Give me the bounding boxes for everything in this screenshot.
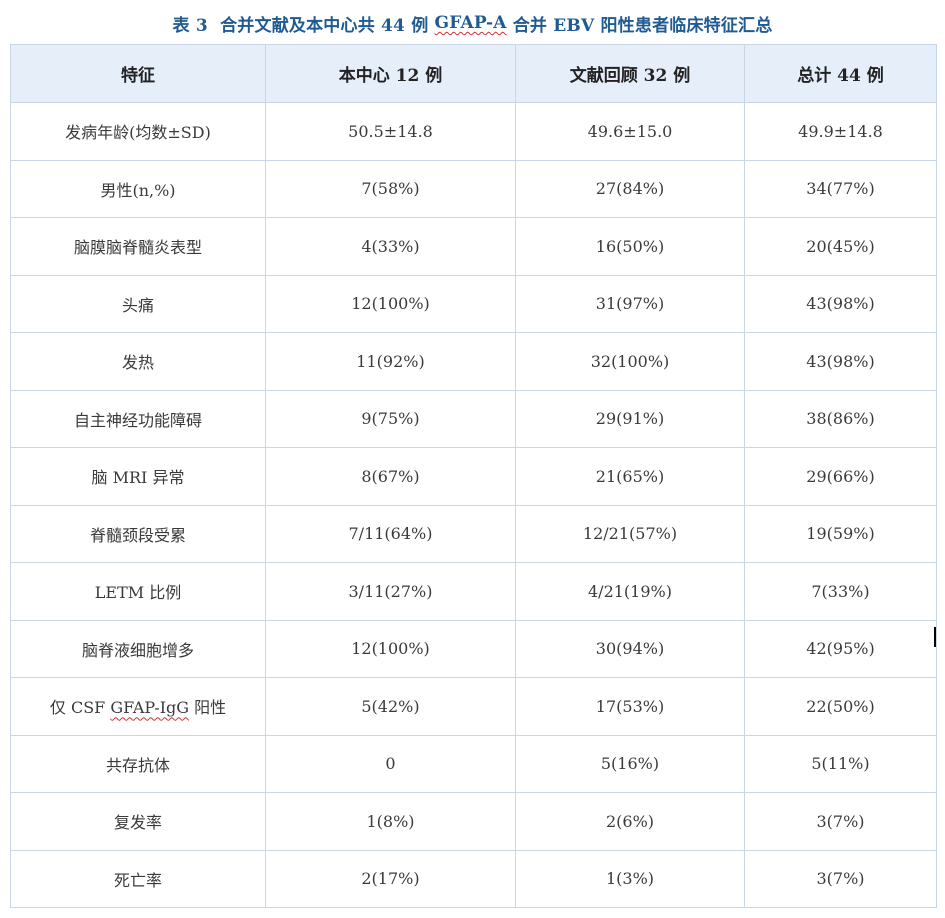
cell-total: 22(50%) bbox=[744, 677, 937, 736]
feature-underlined-term: GFAP-IgG bbox=[110, 698, 190, 718]
cell-feature: 脑 MRI 异常 bbox=[10, 447, 266, 506]
cell-literature: 12/21(57%) bbox=[515, 504, 745, 563]
text-cursor bbox=[934, 627, 936, 647]
cell-center: 50.5±14.8 bbox=[265, 102, 516, 161]
table-row: 自主神经功能障碍 9(75%) 29(91%) 38(86%) bbox=[10, 389, 937, 448]
cell-feature: 男性(n,%) bbox=[10, 159, 266, 218]
feature-prefix: 仅 CSF bbox=[49, 698, 111, 718]
cell-literature: 27(84%) bbox=[515, 159, 745, 218]
cell-center: 11(92%) bbox=[265, 332, 516, 391]
header-literature: 文献回顾 32 例 bbox=[515, 44, 745, 103]
header-feature: 特征 bbox=[10, 44, 266, 103]
cell-literature: 31(97%) bbox=[515, 274, 745, 333]
cell-center: 7/11(64%) bbox=[265, 504, 516, 563]
table-row: 发病年龄(均数±SD) 50.5±14.8 49.6±15.0 49.9±14.… bbox=[10, 102, 937, 161]
cell-center: 12(100%) bbox=[265, 619, 516, 678]
cell-center: 5(42%) bbox=[265, 677, 516, 736]
table-row: 死亡率 2(17%) 1(3%) 3(7%) bbox=[10, 849, 937, 908]
cell-feature: 脑脊液细胞增多 bbox=[10, 619, 266, 678]
table-caption: 表 3 合并文献及本中心共 44 例 GFAP-A 合并 EBV 阳性患者临床特… bbox=[0, 0, 945, 44]
cell-feature: 死亡率 bbox=[10, 849, 266, 908]
cell-literature: 4/21(19%) bbox=[515, 562, 745, 621]
cell-total: 34(77%) bbox=[744, 159, 937, 218]
document-page: 表 3 合并文献及本中心共 44 例 GFAP-A 合并 EBV 阳性患者临床特… bbox=[0, 0, 945, 918]
table-row: 脑膜脑脊髓炎表型 4(33%) 16(50%) 20(45%) bbox=[10, 217, 937, 276]
cell-feature: 脊髓颈段受累 bbox=[10, 504, 266, 563]
feature-suffix: 阳性 bbox=[189, 698, 227, 718]
cell-total: 7(33%) bbox=[744, 562, 937, 621]
cell-feature: 自主神经功能障碍 bbox=[10, 389, 266, 448]
cell-center: 1(8%) bbox=[265, 792, 516, 851]
cell-literature: 30(94%) bbox=[515, 619, 745, 678]
cell-feature: 脑膜脑脊髓炎表型 bbox=[10, 217, 266, 276]
clinical-features-table: 特征 本中心 12 例 文献回顾 32 例 总计 44 例 发病年龄(均数±SD… bbox=[10, 44, 937, 908]
cell-center: 2(17%) bbox=[265, 849, 516, 908]
cell-literature: 5(16%) bbox=[515, 734, 745, 793]
cell-total: 42(95%) bbox=[744, 619, 937, 678]
cell-total: 5(11%) bbox=[744, 734, 937, 793]
cell-total: 3(7%) bbox=[744, 849, 937, 908]
cell-feature: 头痛 bbox=[10, 274, 266, 333]
cell-literature: 49.6±15.0 bbox=[515, 102, 745, 161]
cell-feature: 共存抗体 bbox=[10, 734, 266, 793]
cell-center: 0 bbox=[265, 734, 516, 793]
cell-center: 12(100%) bbox=[265, 274, 516, 333]
table-row: 脑 MRI 异常 8(67%) 21(65%) 29(66%) bbox=[10, 447, 937, 506]
cell-literature: 1(3%) bbox=[515, 849, 745, 908]
table-row: 复发率 1(8%) 2(6%) 3(7%) bbox=[10, 792, 937, 851]
table-header-row: 特征 本中心 12 例 文献回顾 32 例 总计 44 例 bbox=[10, 44, 937, 103]
table-row: 脊髓颈段受累 7/11(64%) 12/21(57%) 19(59%) bbox=[10, 504, 937, 563]
cell-literature: 2(6%) bbox=[515, 792, 745, 851]
cell-literature: 32(100%) bbox=[515, 332, 745, 391]
cell-total: 49.9±14.8 bbox=[744, 102, 937, 161]
cell-total: 43(98%) bbox=[744, 332, 937, 391]
cell-feature: 发病年龄(均数±SD) bbox=[10, 102, 266, 161]
table-row: 发热 11(92%) 32(100%) 43(98%) bbox=[10, 332, 937, 391]
table-row: 共存抗体 0 5(16%) 5(11%) bbox=[10, 734, 937, 793]
cell-literature: 21(65%) bbox=[515, 447, 745, 506]
cell-center: 9(75%) bbox=[265, 389, 516, 448]
cell-center: 3/11(27%) bbox=[265, 562, 516, 621]
cell-feature: LETM 比例 bbox=[10, 562, 266, 621]
table-row: LETM 比例 3/11(27%) 4/21(19%) 7(33%) bbox=[10, 562, 937, 621]
table-row: 脑脊液细胞增多 12(100%) 30(94%) 42(95%) bbox=[10, 619, 937, 678]
cell-center: 4(33%) bbox=[265, 217, 516, 276]
cell-total: 38(86%) bbox=[744, 389, 937, 448]
cell-center: 8(67%) bbox=[265, 447, 516, 506]
cell-feature: 发热 bbox=[10, 332, 266, 391]
cell-total: 29(66%) bbox=[744, 447, 937, 506]
header-center: 本中心 12 例 bbox=[265, 44, 516, 103]
cell-total: 20(45%) bbox=[744, 217, 937, 276]
cell-literature: 29(91%) bbox=[515, 389, 745, 448]
table-row: 头痛 12(100%) 31(97%) 43(98%) bbox=[10, 274, 937, 333]
cell-literature: 17(53%) bbox=[515, 677, 745, 736]
caption-underlined-term: GFAP-A bbox=[434, 13, 507, 33]
cell-feature: 仅 CSF GFAP-IgG 阳性 bbox=[10, 677, 266, 736]
cell-literature: 16(50%) bbox=[515, 217, 745, 276]
header-total: 总计 44 例 bbox=[744, 44, 937, 103]
table-row: 男性(n,%) 7(58%) 27(84%) 34(77%) bbox=[10, 159, 937, 218]
cell-feature: 复发率 bbox=[10, 792, 266, 851]
caption-text-end: 合并 EBV 阳性患者临床特征汇总 bbox=[506, 15, 773, 36]
cell-total: 3(7%) bbox=[744, 792, 937, 851]
caption-text-start: 表 3 合并文献及本中心共 44 例 bbox=[172, 15, 435, 36]
cell-total: 19(59%) bbox=[744, 504, 937, 563]
cell-total: 43(98%) bbox=[744, 274, 937, 333]
cell-center: 7(58%) bbox=[265, 159, 516, 218]
table-row: 仅 CSF GFAP-IgG 阳性 5(42%) 17(53%) 22(50%) bbox=[10, 677, 937, 736]
